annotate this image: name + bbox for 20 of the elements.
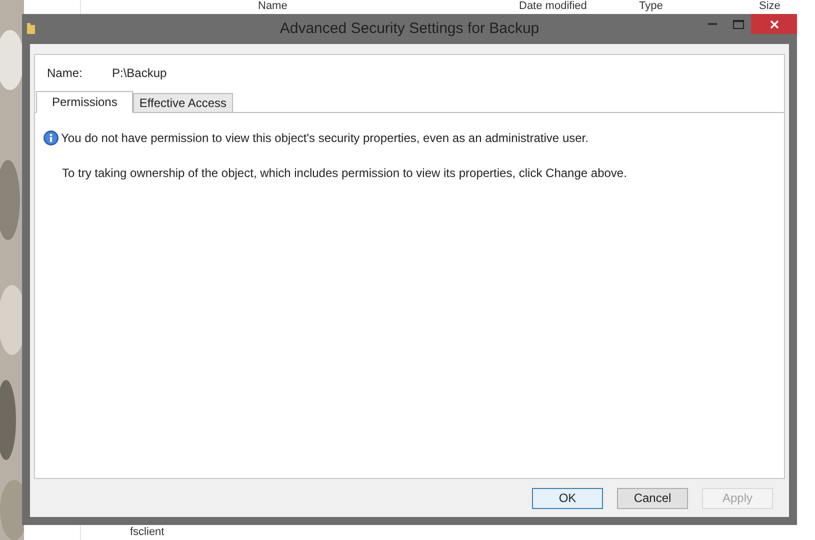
column-header[interactable]: Size (759, 0, 780, 13)
name-label: Name: (47, 65, 84, 82)
column-header[interactable]: Type (639, 0, 663, 13)
hint-message: To try taking ownership of the object, which includes permission to view its properties, click Change above. (61, 165, 628, 182)
close-button[interactable] (751, 14, 797, 34)
window-title: Advanced Security Settings for Backup (280, 18, 540, 39)
dialog-button[interactable]: OK (532, 488, 603, 508)
info-message: You do not have permission to view this object's security properties, even as an administrative user. (61, 130, 588, 147)
folder-icon (26, 21, 36, 35)
tab[interactable]: Effective Access (133, 93, 233, 112)
column-header[interactable]: Date modified (519, 0, 587, 13)
tab[interactable]: Permissions (36, 91, 134, 113)
minimize-icon (708, 23, 716, 25)
column-header[interactable]: Name (258, 0, 288, 13)
maximize-icon (732, 20, 744, 28)
info-icon (43, 130, 59, 146)
file-item[interactable]: fsclient (130, 526, 164, 539)
close-icon (770, 20, 778, 28)
name-value: P:\Backup (112, 65, 167, 82)
dialog-button[interactable]: Cancel (617, 488, 688, 508)
